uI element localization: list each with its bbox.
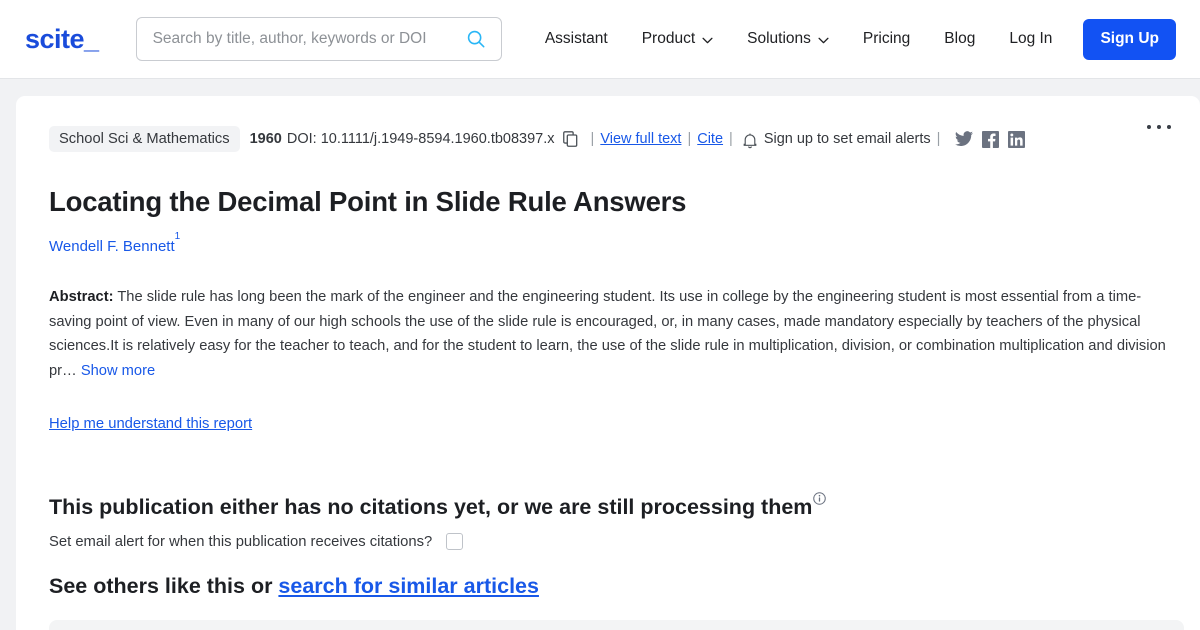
author-affiliation: 1 xyxy=(174,231,181,242)
nav-links: Assistant Product Solutions Pricing Blog… xyxy=(528,18,1176,60)
dot xyxy=(1147,125,1151,129)
similar-lead-text: See others like this or xyxy=(49,574,279,598)
cite-link[interactable]: Cite xyxy=(697,131,723,147)
nav-item-pricing[interactable]: Pricing xyxy=(846,30,927,48)
nav-label: Blog xyxy=(944,30,976,47)
nav-item-assistant[interactable]: Assistant xyxy=(528,30,625,48)
publication-card: School Sci & Mathematics 1960 DOI: 10.11… xyxy=(16,96,1200,630)
linkedin-icon[interactable] xyxy=(1008,130,1026,148)
nav-label: Log In xyxy=(1009,30,1053,47)
citation-alert-row: Set email alert for when this publicatio… xyxy=(49,533,1200,550)
author-link[interactable]: Wendell F. Bennett1 xyxy=(49,231,1200,255)
show-more-link[interactable]: Show more xyxy=(81,363,155,379)
separator: | xyxy=(687,131,692,147)
chevron-down-icon xyxy=(702,37,713,43)
facebook-icon[interactable] xyxy=(982,130,1000,148)
citation-alert-checkbox[interactable] xyxy=(446,533,464,550)
nav-item-solutions[interactable]: Solutions xyxy=(730,30,846,48)
author-name: Wendell F. Bennett xyxy=(49,238,175,255)
publication-doi: DOI: 10.1111/j.1949-8594.1960.tb08397.x xyxy=(286,131,555,147)
journal-badge: School Sci & Mathematics xyxy=(49,126,240,152)
nav-label: Assistant xyxy=(544,30,608,47)
search-similar-articles-link[interactable]: search for similar articles xyxy=(278,574,539,598)
page-body: School Sci & Mathematics 1960 DOI: 10.11… xyxy=(0,79,1200,630)
nav-item-blog[interactable]: Blog xyxy=(927,30,992,48)
search-icon[interactable] xyxy=(465,28,487,50)
scite-logo[interactable]: scite_ xyxy=(25,25,99,53)
similar-articles-heading: See others like this or search for simil… xyxy=(49,574,1200,599)
abstract-paragraph: Abstract: The slide rule has long been t… xyxy=(49,285,1167,383)
similar-results-panel xyxy=(49,620,1184,630)
citations-heading: This publication either has no citations… xyxy=(49,492,827,520)
nav-label: Pricing xyxy=(862,30,911,47)
search-input[interactable] xyxy=(152,30,465,48)
separator: | xyxy=(936,131,941,147)
info-icon[interactable] xyxy=(813,492,827,505)
bell-icon[interactable] xyxy=(743,133,757,149)
dot xyxy=(1167,125,1171,129)
page-title: Locating the Decimal Point in Slide Rule… xyxy=(49,186,687,217)
sign-up-button[interactable]: Sign Up xyxy=(1083,18,1176,60)
social-share-group xyxy=(955,130,1026,148)
dot xyxy=(1157,125,1161,129)
chevron-down-icon xyxy=(818,37,829,43)
publication-meta-row: School Sci & Mathematics 1960 DOI: 10.11… xyxy=(49,126,1200,152)
search-box[interactable] xyxy=(135,17,502,61)
publication-year: 1960 xyxy=(249,131,282,147)
twitter-icon[interactable] xyxy=(955,131,974,147)
nav-label: Solutions xyxy=(747,30,811,47)
more-options-icon[interactable] xyxy=(1147,125,1171,129)
top-navigation-bar: scite_ Assistant Product Solutions Prici… xyxy=(0,0,1200,79)
email-alerts-label[interactable]: Sign up to set email alerts xyxy=(764,131,931,147)
help-understand-report-link[interactable]: Help me understand this report xyxy=(49,416,252,432)
separator: | xyxy=(729,131,733,147)
separator: | xyxy=(590,131,595,147)
view-full-text-link[interactable]: View full text xyxy=(600,131,681,147)
nav-item-log-in[interactable]: Log In xyxy=(992,30,1069,48)
citations-heading-text: This publication either has no citations… xyxy=(49,495,813,519)
nav-item-product[interactable]: Product xyxy=(625,30,730,48)
abstract-text: The slide rule has long been the mark of… xyxy=(49,289,1166,379)
abstract-label: Abstract: xyxy=(49,289,114,305)
citation-alert-label: Set email alert for when this publicatio… xyxy=(49,533,433,550)
nav-label: Product xyxy=(641,30,696,47)
copy-icon[interactable] xyxy=(562,131,578,147)
citations-section: This publication either has no citations… xyxy=(49,433,1200,550)
